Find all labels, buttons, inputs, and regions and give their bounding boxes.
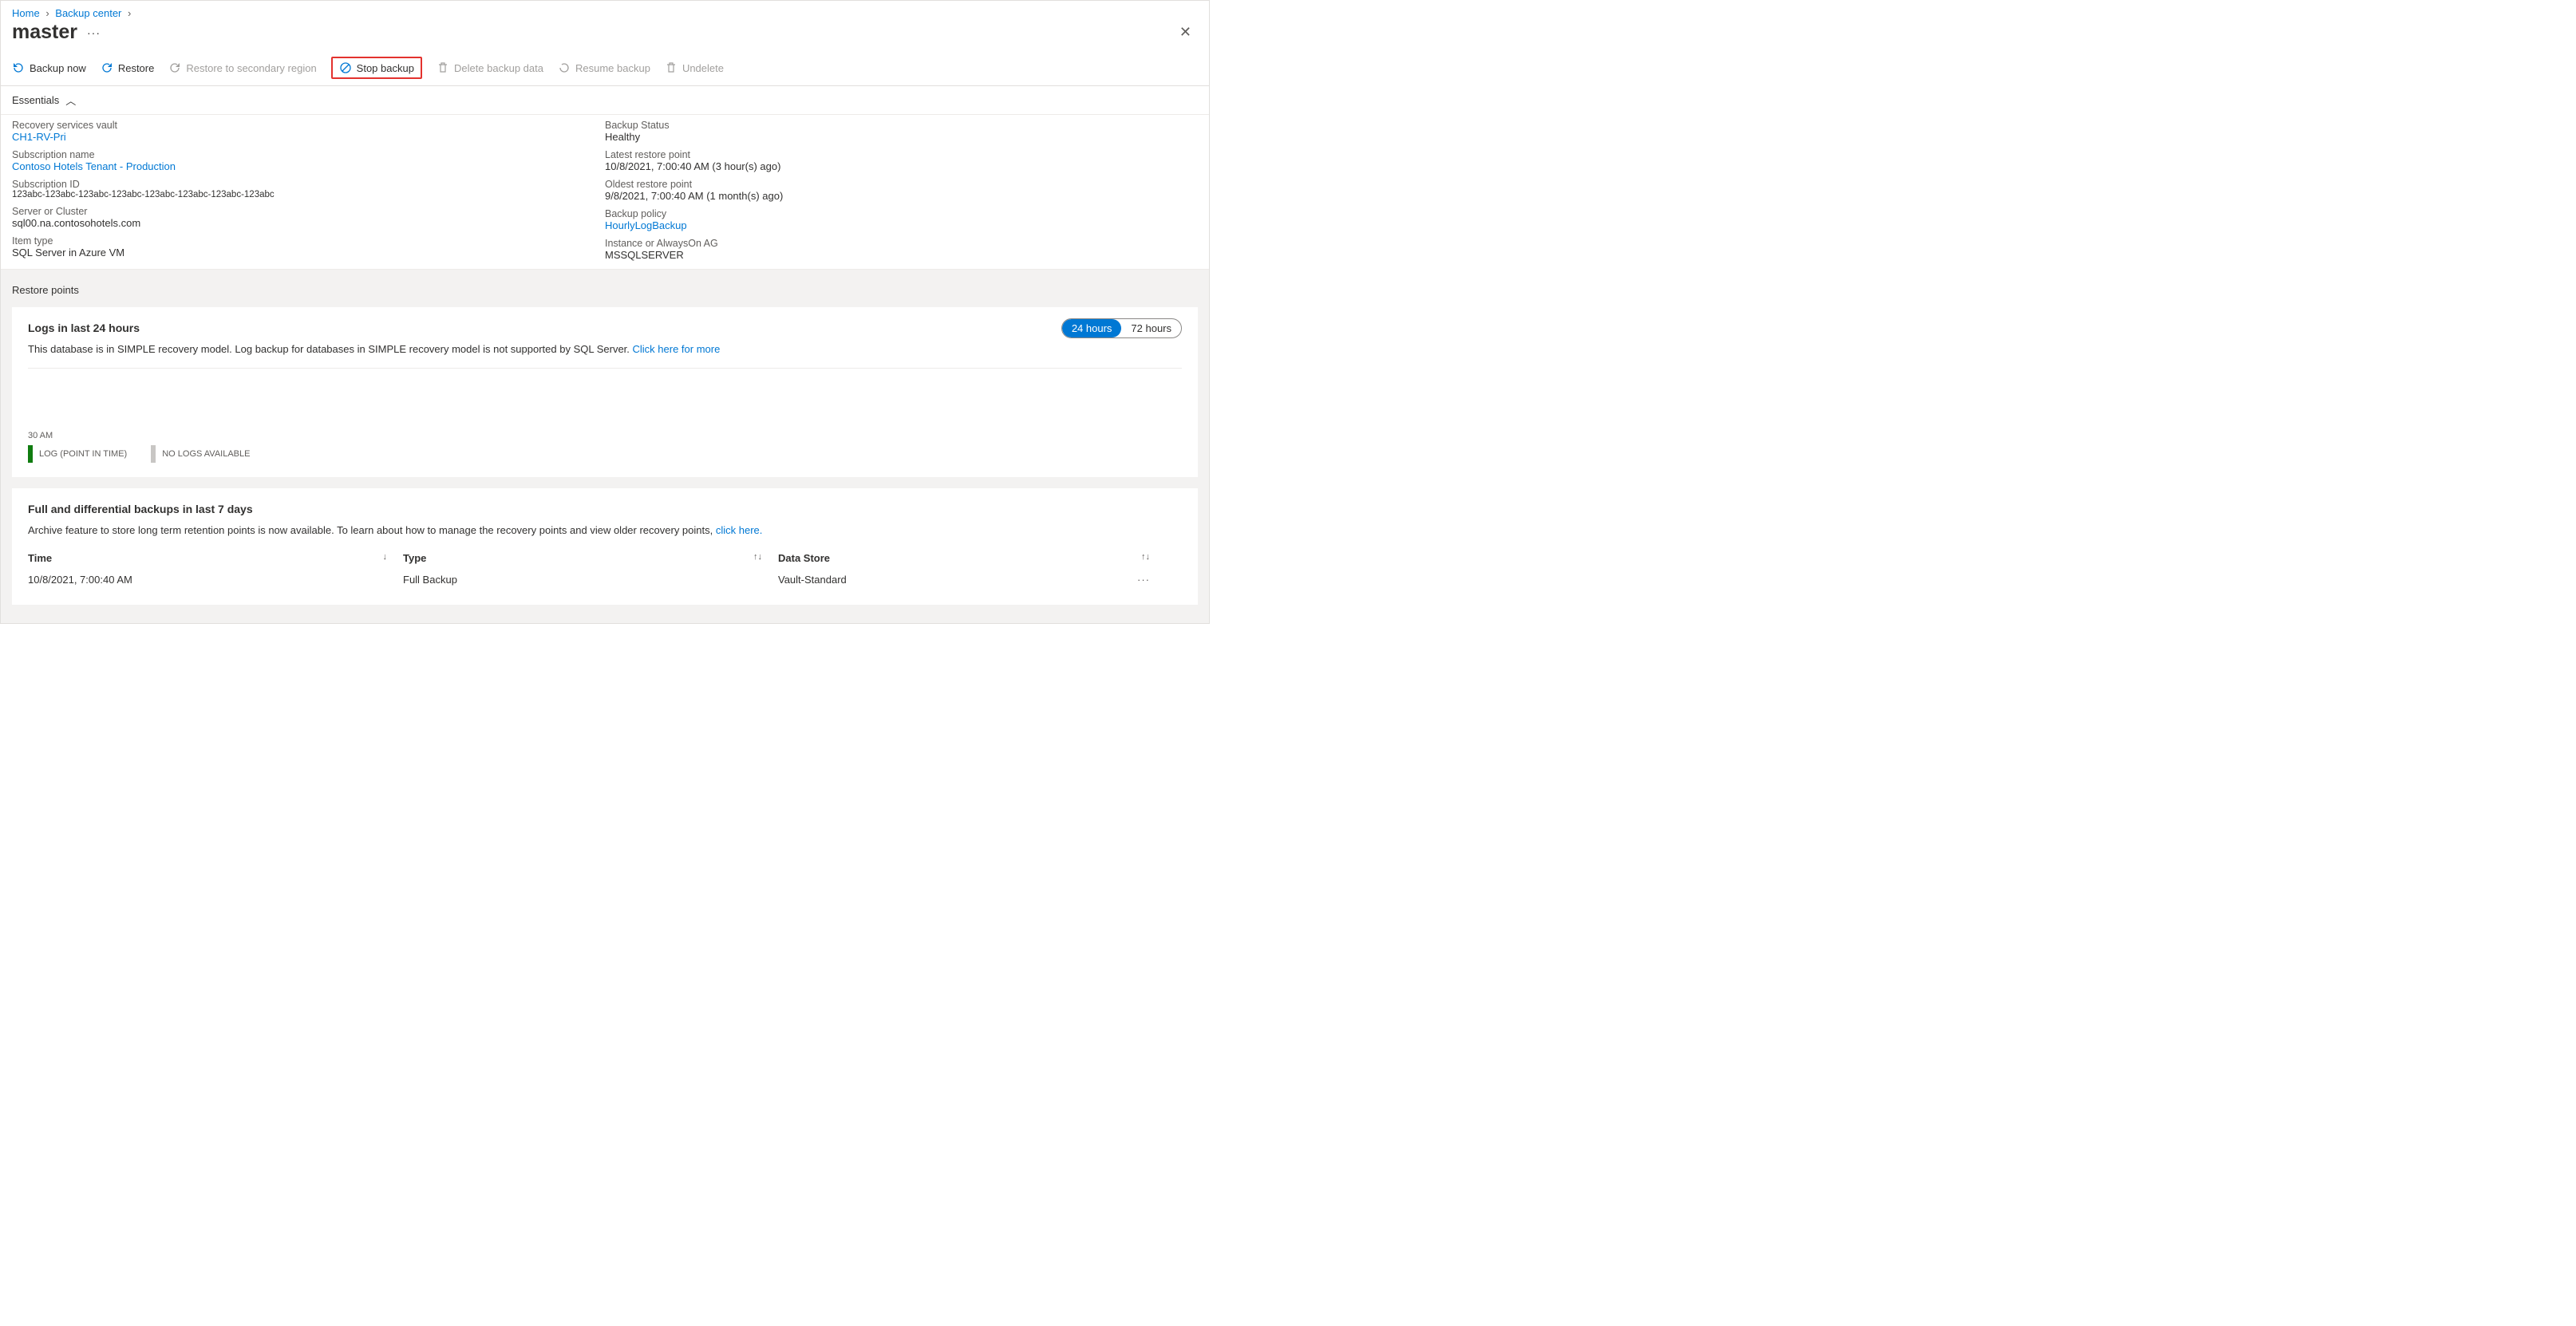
breadcrumb: Home › Backup center ›	[1, 1, 1209, 21]
item-type-value: SQL Server in Azure VM	[12, 247, 605, 258]
row-datastore: Vault-Standard	[778, 574, 847, 586]
legend-log-label: LOG (POINT IN TIME)	[39, 449, 127, 459]
sort-icon[interactable]: ↓	[383, 552, 388, 564]
stop-backup-button[interactable]: Stop backup	[331, 57, 422, 79]
pill-72h[interactable]: 72 hours	[1121, 319, 1181, 337]
restore-secondary-icon	[168, 61, 181, 74]
rsv-label: Recovery services vault	[12, 120, 605, 131]
chevron-right-icon: ›	[45, 7, 49, 19]
row-time: 10/8/2021, 7:00:40 AM	[28, 574, 132, 586]
pill-24h[interactable]: 24 hours	[1062, 319, 1122, 337]
page-title: master	[12, 21, 77, 44]
row-type: Full Backup	[403, 574, 457, 586]
timeline-tick: 30 AM	[28, 431, 53, 440]
restore-points-header: Restore points	[1, 270, 1209, 307]
legend-nolog: NO LOGS AVAILABLE	[151, 445, 250, 463]
legend-swatch-gray	[151, 445, 156, 463]
restore-button[interactable]: Restore	[101, 61, 155, 74]
breadcrumb-home[interactable]: Home	[12, 7, 40, 19]
col-time-label[interactable]: Time	[28, 552, 52, 564]
chevron-right-icon: ›	[128, 7, 131, 19]
legend-nolog-label: NO LOGS AVAILABLE	[162, 449, 250, 459]
backup-icon	[12, 61, 25, 74]
logs-desc: This database is in SIMPLE recovery mode…	[28, 343, 633, 355]
latest-rp-value: 10/8/2021, 7:00:40 AM (3 hour(s) ago)	[605, 160, 1198, 172]
subscription-id-value: 123abc-123abc-123abc-123abc-123abc-123ab…	[12, 190, 605, 199]
essentials-toggle[interactable]: Essentials ︿	[1, 86, 1209, 115]
backups-table-header: Time ↓ Type ↑↓ Data Store ↑↓	[28, 547, 1182, 569]
latest-rp-label: Latest restore point	[605, 149, 1198, 160]
breadcrumb-backup-center[interactable]: Backup center	[55, 7, 121, 19]
col-datastore-label[interactable]: Data Store	[778, 552, 830, 564]
logs-title: Logs in last 24 hours	[28, 322, 1182, 334]
instance-value: MSSQLSERVER	[605, 249, 1198, 261]
sort-icon[interactable]: ↑↓	[753, 552, 762, 564]
trash-icon	[437, 61, 449, 74]
time-range-toggle: 24 hours 72 hours	[1061, 318, 1182, 338]
server-value: sql00.na.contosohotels.com	[12, 217, 605, 229]
essentials-label: Essentials	[12, 94, 59, 106]
delete-backup-button: Delete backup data	[437, 61, 543, 74]
resume-icon	[558, 61, 571, 74]
rsv-link[interactable]: CH1-RV-Pri	[12, 131, 66, 143]
undelete-button: Undelete	[665, 61, 724, 74]
server-label: Server or Cluster	[12, 206, 605, 217]
stop-icon	[339, 61, 352, 74]
stop-backup-label: Stop backup	[357, 62, 414, 74]
legend-log: LOG (POINT IN TIME)	[28, 445, 127, 463]
item-type-label: Item type	[12, 235, 605, 247]
backup-policy-label: Backup policy	[605, 208, 1198, 219]
restore-label: Restore	[118, 62, 155, 74]
instance-label: Instance or AlwaysOn AG	[605, 238, 1198, 249]
logs-more-link[interactable]: Click here for more	[633, 343, 721, 355]
backup-now-button[interactable]: Backup now	[12, 61, 86, 74]
logs-timeline: 30 AM	[28, 369, 1182, 440]
subscription-id-label: Subscription ID	[12, 179, 605, 190]
legend-swatch-green	[28, 445, 33, 463]
backup-policy-link[interactable]: HourlyLogBackup	[605, 219, 687, 231]
oldest-rp-label: Oldest restore point	[605, 179, 1198, 190]
backups-link[interactable]: click here.	[716, 524, 763, 536]
sort-icon[interactable]: ↑↓	[1141, 552, 1150, 564]
essentials-panel: Recovery services vault CH1-RV-Pri Subsc…	[1, 115, 1209, 270]
chevron-up-icon: ︿	[65, 93, 76, 108]
close-icon[interactable]: ✕	[1173, 21, 1198, 44]
col-type-label[interactable]: Type	[403, 552, 426, 564]
undelete-icon	[665, 61, 678, 74]
subscription-name-link[interactable]: Contoso Hotels Tenant - Production	[12, 160, 176, 172]
backup-status-label: Backup Status	[605, 120, 1198, 131]
logs-card: 24 hours 72 hours Logs in last 24 hours …	[12, 307, 1198, 477]
backups-desc: Archive feature to store long term reten…	[28, 524, 716, 536]
row-more-icon[interactable]: ···	[1137, 574, 1150, 586]
delete-backup-label: Delete backup data	[454, 62, 543, 74]
resume-backup-label: Resume backup	[575, 62, 650, 74]
restore-icon	[101, 61, 113, 74]
backups-title: Full and differential backups in last 7 …	[28, 503, 1182, 515]
command-bar: Backup now Restore Restore to secondary …	[1, 52, 1209, 86]
restore-secondary-button: Restore to secondary region	[168, 61, 316, 74]
more-icon[interactable]: ···	[87, 26, 101, 39]
table-row[interactable]: 10/8/2021, 7:00:40 AM Full Backup Vault-…	[28, 569, 1182, 590]
undelete-label: Undelete	[682, 62, 724, 74]
oldest-rp-value: 9/8/2021, 7:00:40 AM (1 month(s) ago)	[605, 190, 1198, 202]
resume-backup-button: Resume backup	[558, 61, 650, 74]
restore-secondary-label: Restore to secondary region	[186, 62, 316, 74]
backup-now-label: Backup now	[30, 62, 86, 74]
subscription-name-label: Subscription name	[12, 149, 605, 160]
backup-status-value: Healthy	[605, 131, 1198, 143]
backups-card: Full and differential backups in last 7 …	[12, 488, 1198, 605]
